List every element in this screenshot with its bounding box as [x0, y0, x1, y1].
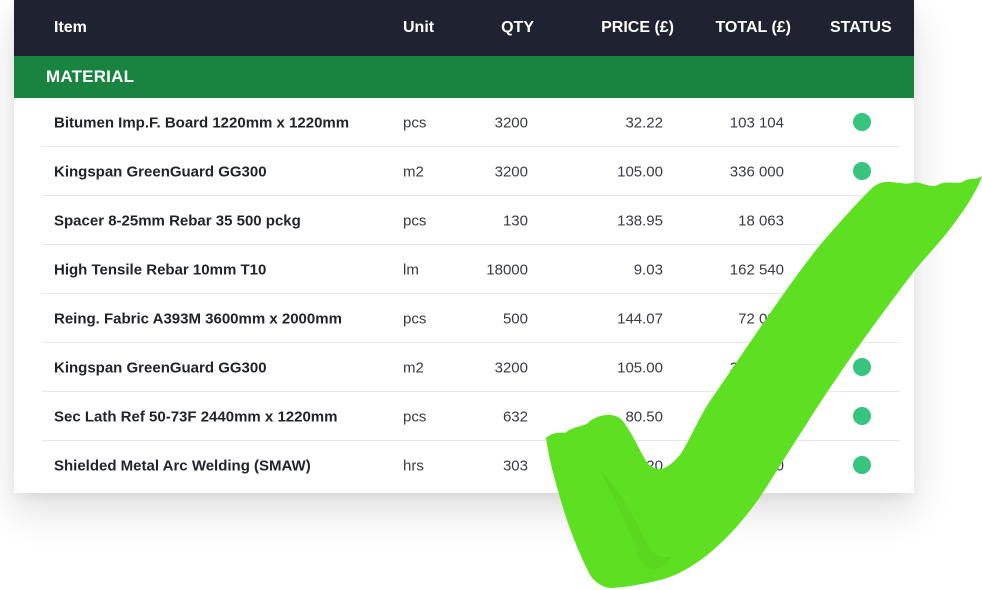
item-total: 50 876: [738, 408, 784, 425]
item-price: 105.00: [617, 163, 663, 180]
table-header: Item Unit QTY PRICE (£) TOTAL (£) STATUS: [14, 0, 914, 56]
item-price: 105.00: [617, 359, 663, 376]
item-name: Spacer 8-25mm Rebar 35 500 pckg: [54, 212, 301, 229]
header-total[interactable]: TOTAL (£): [715, 19, 791, 37]
item-unit: hrs: [403, 457, 424, 474]
status-indicator: [853, 308, 871, 327]
item-total: 336 000: [729, 359, 784, 376]
table-row[interactable]: Shielded Metal Arc Welding (SMAW) hrs 303 1…: [14, 441, 914, 490]
item-total: 18 063: [738, 212, 784, 229]
item-price: 9.03: [633, 261, 663, 278]
item-qty: 632: [502, 408, 528, 425]
table-body: Bitumen Imp.F. Board 1220mm x 1220mm pcs 3…: [14, 98, 914, 490]
section-header-material[interactable]: MATERIAL: [14, 56, 914, 98]
item-name: Bitumen Imp.F. Board 1220mm x 1220mm: [54, 114, 350, 131]
table-row[interactable]: Reing. Fabric A393M 3600mm x 2000mm pcs 50…: [14, 294, 914, 343]
item-price: 80.50: [625, 408, 663, 425]
item-total: 103 104: [729, 114, 784, 131]
item-name: Reing. Fabric A393M 3600mm x 2000mm: [54, 310, 342, 327]
item-price: 144.07: [617, 310, 663, 327]
item-unit: m2: [403, 359, 424, 376]
status-indicator: [853, 161, 871, 180]
table-row[interactable]: Bitumen Imp.F. Board 1220mm x 1220mm pcs 3…: [14, 98, 914, 147]
item-qty: 3200: [494, 163, 528, 180]
item-total: 336 000: [729, 163, 784, 180]
item-qty: 3200: [494, 114, 528, 131]
item-name: Sec Lath Ref 50-73F 2440mm x 1220mm: [54, 408, 338, 425]
item-unit: pcs: [403, 310, 427, 327]
item-total: 162 540: [729, 261, 784, 278]
status-indicator: [853, 406, 871, 425]
item-unit: lm: [403, 261, 419, 278]
item-name: Kingspan GreenGuard GG300: [54, 163, 267, 180]
item-qty: 3200: [494, 359, 528, 376]
item-qty: 500: [502, 310, 528, 327]
status-indicator: [853, 357, 871, 376]
table-row[interactable]: Kingspan GreenGuard GG300 m2 3200 105.00 336…: [14, 147, 914, 196]
item-name: Kingspan GreenGuard GG300: [54, 359, 267, 376]
item-unit: m2: [403, 163, 424, 180]
status-indicator: [853, 210, 871, 229]
header-qty[interactable]: QTY: [501, 19, 534, 37]
item-qty: 18000: [486, 261, 528, 278]
item-qty: 130: [502, 212, 528, 229]
table-row[interactable]: Kingspan GreenGuard GG300 m2 3200 105.00 336…: [14, 343, 914, 392]
item-price: 32.22: [625, 114, 663, 131]
item-qty: 303: [502, 457, 528, 474]
header-item[interactable]: Item: [54, 19, 87, 37]
table-row[interactable]: Spacer 8-25mm Rebar 35 500 pckg pcs 130 138…: [14, 196, 914, 245]
item-name: High Tensile Rebar 10mm T10: [54, 261, 267, 278]
header-unit[interactable]: Unit: [403, 19, 434, 37]
item-unit: pcs: [403, 114, 427, 131]
materials-table: Item Unit QTY PRICE (£) TOTAL (£) STATUS…: [14, 0, 914, 493]
status-indicator: [853, 112, 871, 131]
item-total: 72 035: [738, 310, 784, 327]
item-name: Shielded Metal Arc Welding (SMAW): [54, 457, 311, 474]
item-price: 138.95: [617, 212, 663, 229]
item-total: 36 360: [738, 457, 784, 474]
status-indicator: [853, 259, 871, 278]
item-price: 120: [637, 457, 663, 474]
header-status[interactable]: STATUS: [830, 19, 892, 37]
stage: Item Unit QTY PRICE (£) TOTAL (£) STATUS…: [0, 0, 982, 590]
header-price[interactable]: PRICE (£): [601, 19, 674, 37]
table-row[interactable]: High Tensile Rebar 10mm T10 lm 18000 9.03 16…: [14, 245, 914, 294]
section-label: MATERIAL: [46, 67, 135, 86]
item-unit: pcs: [403, 408, 427, 425]
table-row[interactable]: Sec Lath Ref 50-73F 2440mm x 1220mm pcs 63…: [14, 392, 914, 441]
item-unit: pcs: [403, 212, 427, 229]
status-indicator: [853, 455, 871, 474]
